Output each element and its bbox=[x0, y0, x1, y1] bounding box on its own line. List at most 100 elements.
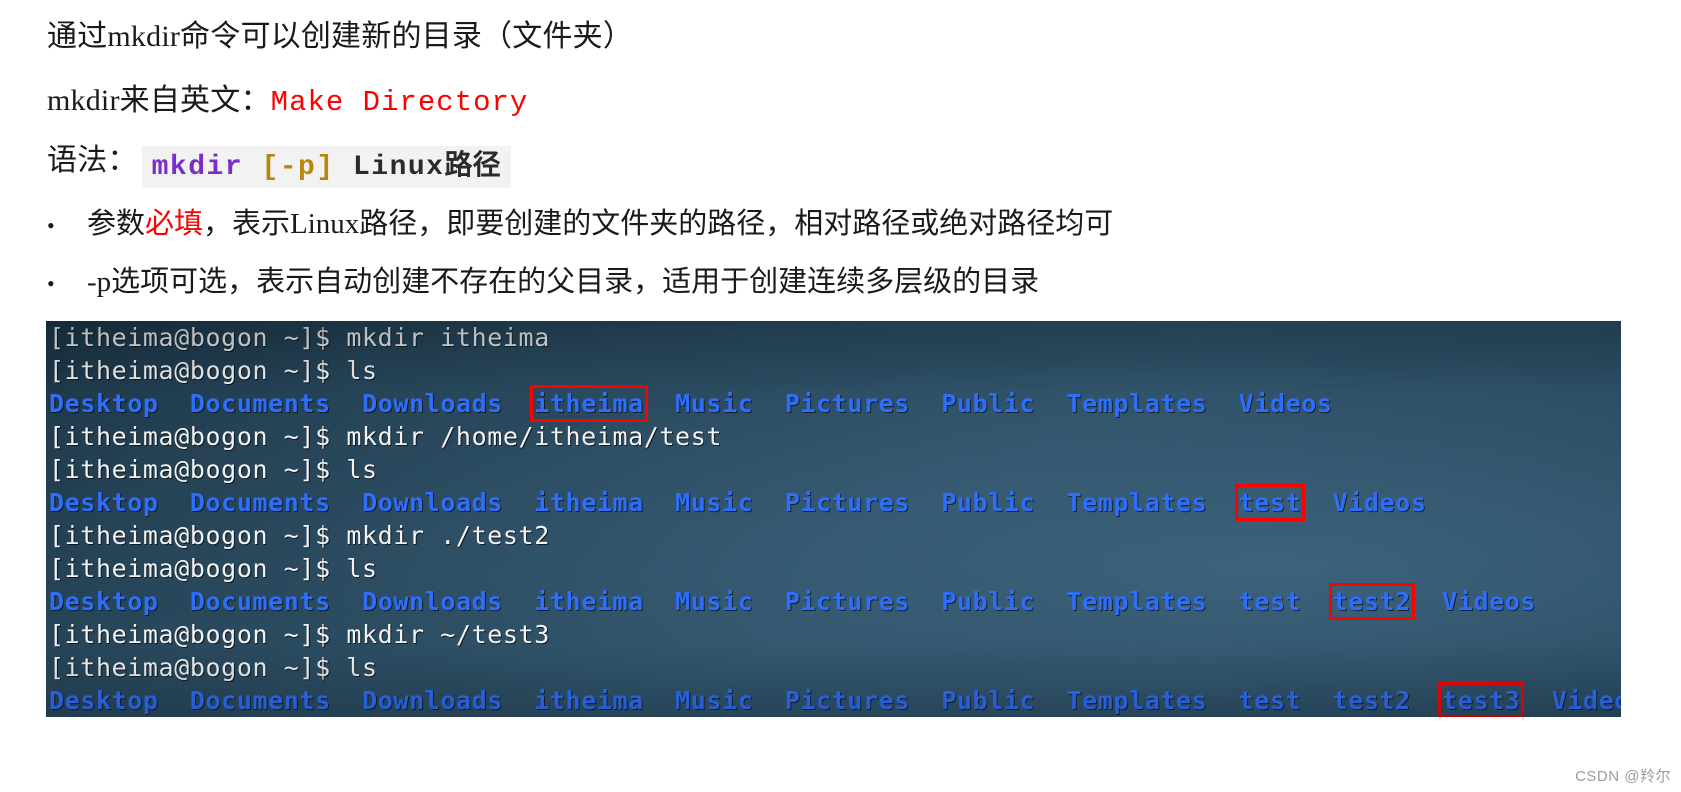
terminal-listing-line: Desktop Documents Downloads itheima Musi… bbox=[49, 583, 1537, 620]
terminal-listing-line: Desktop Documents Downloads itheima Musi… bbox=[49, 484, 1427, 521]
syntax-code-box: mkdir [-p] Linux路径 bbox=[141, 146, 511, 188]
terminal-directory: test2 bbox=[1332, 686, 1411, 715]
terminal-window[interactable]: [itheima@bogon ~]$ mkdir itheima [itheima… bbox=[46, 321, 1621, 717]
terminal-spacer bbox=[1520, 686, 1551, 715]
bullet-marker-icon: • bbox=[47, 213, 55, 238]
terminal-spacer bbox=[1207, 488, 1238, 517]
terminal-spacer bbox=[1207, 686, 1238, 715]
origin-line-english: Make Directory bbox=[270, 86, 529, 119]
terminal-command-text: mkdir /home/itheima/test bbox=[346, 422, 723, 451]
terminal-directory: itheima bbox=[534, 488, 644, 517]
syntax-space-1 bbox=[243, 152, 261, 183]
terminal-directory: Downloads bbox=[362, 389, 503, 418]
terminal-directory: Desktop bbox=[49, 389, 159, 418]
terminal-directory: itheima bbox=[534, 587, 644, 616]
terminal-directory: Videos bbox=[1332, 488, 1427, 517]
terminal-directory: Downloads bbox=[362, 686, 503, 715]
terminal-command-text: mkdir itheima bbox=[346, 323, 550, 352]
bullet-marker-icon: • bbox=[47, 271, 55, 296]
terminal-directory-highlighted: test bbox=[1234, 484, 1306, 521]
page-title: 通过mkdir命令可以创建新的目录（文件夹） bbox=[47, 20, 634, 53]
syntax-option: [-p] bbox=[261, 152, 335, 183]
terminal-directory: Downloads bbox=[362, 587, 503, 616]
terminal-directory: Desktop bbox=[49, 488, 159, 517]
terminal-command-text: ls bbox=[346, 455, 378, 484]
terminal-directory: Pictures bbox=[784, 389, 910, 418]
terminal-spacer bbox=[1035, 488, 1066, 517]
terminal-directory: test bbox=[1238, 587, 1302, 616]
terminal-spacer bbox=[753, 587, 784, 616]
terminal-directory: Music bbox=[675, 389, 754, 418]
terminal-directory: Pictures bbox=[784, 488, 910, 517]
terminal-command-line: [itheima@bogon ~]$ mkdir /home/itheima/t… bbox=[49, 420, 722, 453]
origin-line-prefix: mkdir来自英文： bbox=[47, 84, 271, 117]
syntax-argument-cjk: 路径 bbox=[444, 150, 501, 181]
terminal-directory: Pictures bbox=[784, 587, 910, 616]
terminal-command-line: [itheima@bogon ~]$ ls bbox=[49, 453, 378, 486]
origin-line: mkdir来自英文：Make Directory bbox=[47, 84, 529, 119]
terminal-command-line: [itheima@bogon ~]$ mkdir itheima bbox=[49, 321, 550, 354]
terminal-directory: Templates bbox=[1066, 488, 1208, 517]
terminal-directory: Templates bbox=[1066, 587, 1208, 616]
terminal-directory: Documents bbox=[189, 686, 331, 715]
terminal-spacer bbox=[910, 587, 941, 616]
bullet-1-emphasis: 必填 bbox=[145, 208, 204, 240]
terminal-spacer bbox=[159, 587, 190, 616]
terminal-spacer bbox=[644, 686, 675, 715]
terminal-spacer bbox=[644, 587, 675, 616]
terminal-directory: Downloads bbox=[362, 488, 503, 517]
terminal-spacer bbox=[1301, 488, 1332, 517]
bullet-2-pre: -p选项可选，表示自动创建不存在的父目录，适用于创建连续多层级的目录 bbox=[87, 266, 1040, 298]
terminal-prompt: [itheima@bogon ~]$ bbox=[49, 455, 347, 484]
terminal-command-text: ls bbox=[346, 554, 378, 583]
terminal-spacer bbox=[1301, 686, 1332, 715]
terminal-listing-line: Desktop Documents Downloads itheima Musi… bbox=[49, 385, 1333, 422]
terminal-directory: Music bbox=[675, 587, 754, 616]
bullet-item-p-option: • -p选项可选，表示自动创建不存在的父目录，适用于创建连续多层级的目录 bbox=[47, 268, 1039, 297]
terminal-directory: Documents bbox=[189, 488, 331, 517]
terminal-spacer bbox=[1301, 587, 1332, 616]
terminal-directory: test bbox=[1238, 686, 1302, 715]
terminal-directory-highlighted: test3 bbox=[1438, 682, 1525, 717]
terminal-directory: Public bbox=[941, 389, 1036, 418]
terminal-listing-line: Desktop Documents Downloads itheima Musi… bbox=[49, 682, 1621, 717]
syntax-space-2 bbox=[335, 152, 353, 183]
terminal-spacer bbox=[503, 389, 534, 418]
terminal-spacer bbox=[331, 587, 362, 616]
terminal-command-line: [itheima@bogon ~]$ mkdir ~/test3 bbox=[49, 618, 550, 651]
terminal-directory: Templates bbox=[1066, 686, 1208, 715]
bullet-item-parameter: • 参数必填，表示Linux路径，即要创建的文件夹的路径，相对路径或绝对路径均可 bbox=[47, 210, 1113, 239]
syntax-line-prefix: 语法： bbox=[47, 144, 138, 177]
terminal-spacer bbox=[331, 389, 362, 418]
terminal-directory: Public bbox=[941, 686, 1036, 715]
terminal-directory: Desktop bbox=[49, 587, 159, 616]
terminal-directory-highlighted: test2 bbox=[1328, 583, 1415, 620]
terminal-prompt: [itheima@bogon ~]$ bbox=[49, 521, 347, 550]
terminal-directory: Videos bbox=[1551, 686, 1621, 715]
terminal-directory: Videos bbox=[1442, 587, 1537, 616]
terminal-spacer bbox=[503, 488, 534, 517]
terminal-spacer bbox=[503, 686, 534, 715]
terminal-prompt: [itheima@bogon ~]$ bbox=[49, 653, 347, 682]
terminal-spacer bbox=[910, 389, 941, 418]
terminal-spacer bbox=[159, 686, 190, 715]
terminal-directory-highlighted: itheima bbox=[530, 385, 648, 422]
terminal-command-text: ls bbox=[346, 653, 378, 682]
syntax-command: mkdir bbox=[151, 152, 244, 183]
terminal-spacer bbox=[1411, 587, 1442, 616]
terminal-spacer bbox=[644, 488, 675, 517]
terminal-spacer bbox=[1035, 587, 1066, 616]
terminal-spacer bbox=[331, 686, 362, 715]
terminal-directory: Music bbox=[675, 686, 754, 715]
terminal-directory: Music bbox=[675, 488, 754, 517]
terminal-spacer bbox=[159, 488, 190, 517]
terminal-directory: Documents bbox=[189, 389, 331, 418]
terminal-directory: itheima bbox=[534, 686, 644, 715]
terminal-prompt: [itheima@bogon ~]$ bbox=[49, 620, 347, 649]
bullet-1-post: ，表示Linux路径，即要创建的文件夹的路径，相对路径或绝对路径均可 bbox=[203, 208, 1114, 240]
terminal-directory: Desktop bbox=[49, 686, 159, 715]
terminal-command-line: [itheima@bogon ~]$ ls bbox=[49, 552, 378, 585]
terminal-directory: Documents bbox=[189, 587, 331, 616]
terminal-command-line: [itheima@bogon ~]$ mkdir ./test2 bbox=[49, 519, 550, 552]
terminal-spacer bbox=[910, 488, 941, 517]
